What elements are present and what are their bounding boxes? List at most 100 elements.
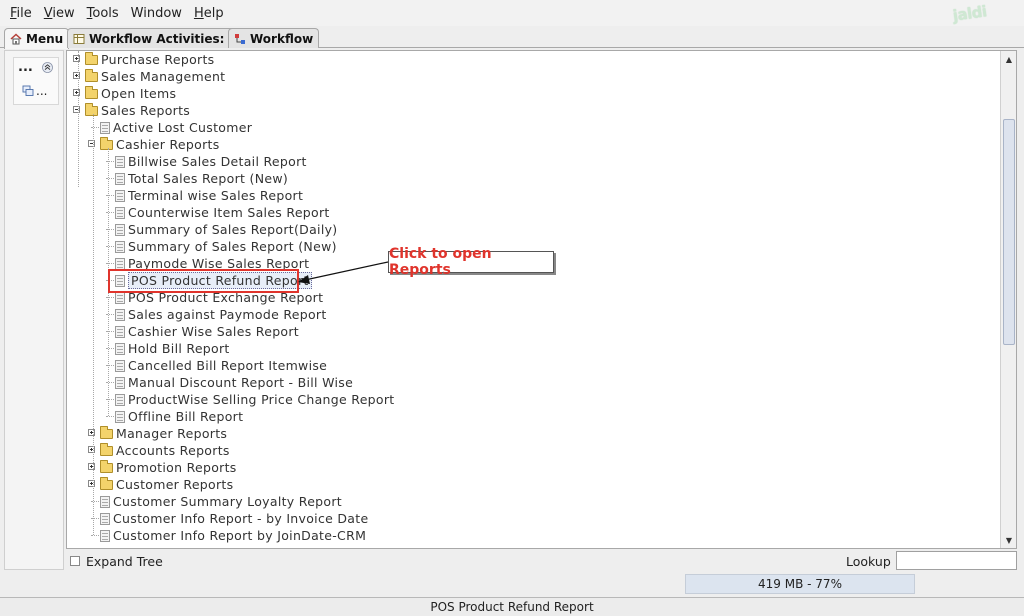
tree-item[interactable]: Customer Info Report - by Invoice Date — [91, 510, 369, 527]
menu-file[interactable]: File — [4, 6, 38, 21]
tree-item-label: Cancelled Bill Report Itemwise — [128, 358, 328, 373]
tree-item-label: Paymode Wise Sales Report — [128, 256, 310, 271]
document-icon — [100, 121, 110, 134]
tree-item-label: Offline Bill Report — [128, 409, 244, 424]
document-icon — [115, 223, 125, 236]
left-panel-toolbar: ... ... — [13, 57, 59, 105]
tree-item[interactable]: Offline Bill Report — [106, 408, 244, 425]
tree-folder[interactable]: Sales Management — [73, 68, 226, 85]
tree-connector — [108, 148, 109, 416]
tree-item-label: Sales against Paymode Report — [128, 307, 327, 322]
document-icon — [100, 495, 110, 508]
tree-folder[interactable]: Cashier Reports — [88, 136, 220, 153]
document-icon — [115, 393, 125, 406]
document-icon — [100, 529, 110, 542]
tree-item[interactable]: Summary of Sales Report (New) — [106, 238, 337, 255]
memory-usage-bar[interactable]: 419 MB - 77% — [685, 574, 915, 594]
scroll-thumb[interactable] — [1003, 119, 1015, 345]
tree-item[interactable]: Customer Info Report by JoinDate-CRM — [91, 527, 367, 544]
tree-item-label: Hold Bill Report — [128, 341, 230, 356]
tree-folder[interactable]: Manager Reports — [88, 425, 227, 442]
left-panel-bottom-label: ... — [36, 84, 48, 98]
tree-item-label: Promotion Reports — [116, 460, 237, 475]
tree-folder[interactable]: Promotion Reports — [88, 459, 237, 476]
table-icon — [73, 33, 85, 44]
lookup-label: Lookup — [846, 553, 891, 569]
left-panel: ... ... — [4, 50, 64, 570]
tree-item[interactable]: Terminal wise Sales Report — [106, 187, 304, 204]
tree-folder[interactable]: Customer Reports — [88, 476, 234, 493]
tree-item[interactable]: Total Sales Report (New) — [106, 170, 289, 187]
tree-item[interactable]: Cancelled Bill Report Itemwise — [106, 357, 328, 374]
tree-item-label: Total Sales Report (New) — [128, 171, 289, 186]
lookup-input[interactable] — [896, 551, 1017, 570]
scroll-down-button[interactable]: ▼ — [1002, 533, 1016, 547]
document-icon — [115, 325, 125, 338]
tree-item-label: Customer Reports — [116, 477, 234, 492]
tree-folder[interactable]: Purchase Reports — [73, 51, 215, 68]
tree-item[interactable]: Customer Summary Loyalty Report — [91, 493, 342, 510]
tree-item-label: Billwise Sales Detail Report — [128, 154, 307, 169]
document-icon — [115, 189, 125, 202]
tree-item-label: Cashier Reports — [116, 137, 220, 152]
tree-item-label: Manual Discount Report - Bill Wise — [128, 375, 354, 390]
tree-options-bar: Expand Tree Lookup — [66, 551, 1017, 571]
folder-open-icon — [100, 136, 113, 150]
tree-item[interactable]: Active Lost Customer — [91, 119, 252, 136]
tree-item-label: Customer Info Report - by Invoice Date — [113, 511, 369, 526]
tree-item-label: Customer Info Report by JoinDate-CRM — [113, 528, 367, 543]
tree-item-label: Sales Reports — [101, 103, 191, 118]
document-icon — [115, 376, 125, 389]
windows-icon[interactable] — [22, 85, 34, 97]
tree-item[interactable]: Cashier Wise Sales Report — [106, 323, 300, 340]
tree-item[interactable]: POS Product Refund Report — [106, 272, 312, 289]
folder-icon — [100, 442, 113, 456]
folder-icon — [100, 425, 113, 439]
tree-item-label: POS Product Exchange Report — [128, 290, 324, 305]
folder-icon — [85, 85, 98, 99]
left-panel-top-label: ... — [18, 60, 33, 75]
menu-window[interactable]: Window — [125, 6, 188, 21]
document-icon — [100, 512, 110, 525]
tree-item[interactable]: Paymode Wise Sales Report — [106, 255, 310, 272]
document-icon — [115, 206, 125, 219]
tree-folder[interactable]: Open Items — [73, 85, 177, 102]
vertical-scrollbar[interactable]: ▲ ▼ — [1000, 51, 1016, 548]
document-icon — [115, 274, 125, 287]
tree-item[interactable]: Billwise Sales Detail Report — [106, 153, 307, 170]
document-icon — [115, 291, 125, 304]
tree-item-label: Summary of Sales Report (New) — [128, 239, 337, 254]
menu-help[interactable]: Help — [188, 6, 230, 21]
tree-item[interactable]: ProductWise Selling Price Change Report — [106, 391, 395, 408]
tree-item-label: Cashier Wise Sales Report — [128, 324, 300, 339]
tree-item-label: ProductWise Selling Price Change Report — [128, 392, 395, 407]
tree-item-label: Purchase Reports — [101, 52, 215, 67]
tree-item-label: Terminal wise Sales Report — [128, 188, 304, 203]
tree-item-label: POS Product Refund Report — [128, 272, 312, 289]
tree-item-label: Open Items — [101, 86, 177, 101]
collapse-up-icon[interactable] — [42, 62, 53, 73]
tree-item[interactable]: Summary of Sales Report(Daily) — [106, 221, 337, 238]
tree-item[interactable]: Hold Bill Report — [106, 340, 230, 357]
tree-item[interactable]: Counterwise Item Sales Report — [106, 204, 330, 221]
tree-connector — [106, 416, 114, 417]
menu-tools[interactable]: Tools — [81, 6, 125, 21]
tab-workflow[interactable]: Workflow — [228, 28, 320, 48]
menu-view[interactable]: View — [38, 6, 81, 21]
tab-workflow-activities[interactable]: Workflow Activities: 0 — [67, 28, 243, 48]
folder-icon — [100, 459, 113, 473]
tab-menu[interactable]: Menu — [4, 28, 70, 49]
tree-connector — [78, 51, 79, 187]
expand-tree-label: Expand Tree — [86, 553, 163, 569]
expand-tree-checkbox[interactable] — [70, 556, 80, 566]
tree-item[interactable]: Manual Discount Report - Bill Wise — [106, 374, 354, 391]
scroll-up-button[interactable]: ▲ — [1002, 52, 1016, 66]
tree-item[interactable]: POS Product Exchange Report — [106, 289, 324, 306]
workflow-icon — [235, 33, 245, 44]
tree-item[interactable]: Sales against Paymode Report — [106, 306, 327, 323]
tree-folder[interactable]: Sales Reports — [73, 102, 191, 119]
tree-item-label: Sales Management — [101, 69, 226, 84]
document-icon — [115, 342, 125, 355]
document-icon — [115, 308, 125, 321]
tree-folder[interactable]: Accounts Reports — [88, 442, 230, 459]
